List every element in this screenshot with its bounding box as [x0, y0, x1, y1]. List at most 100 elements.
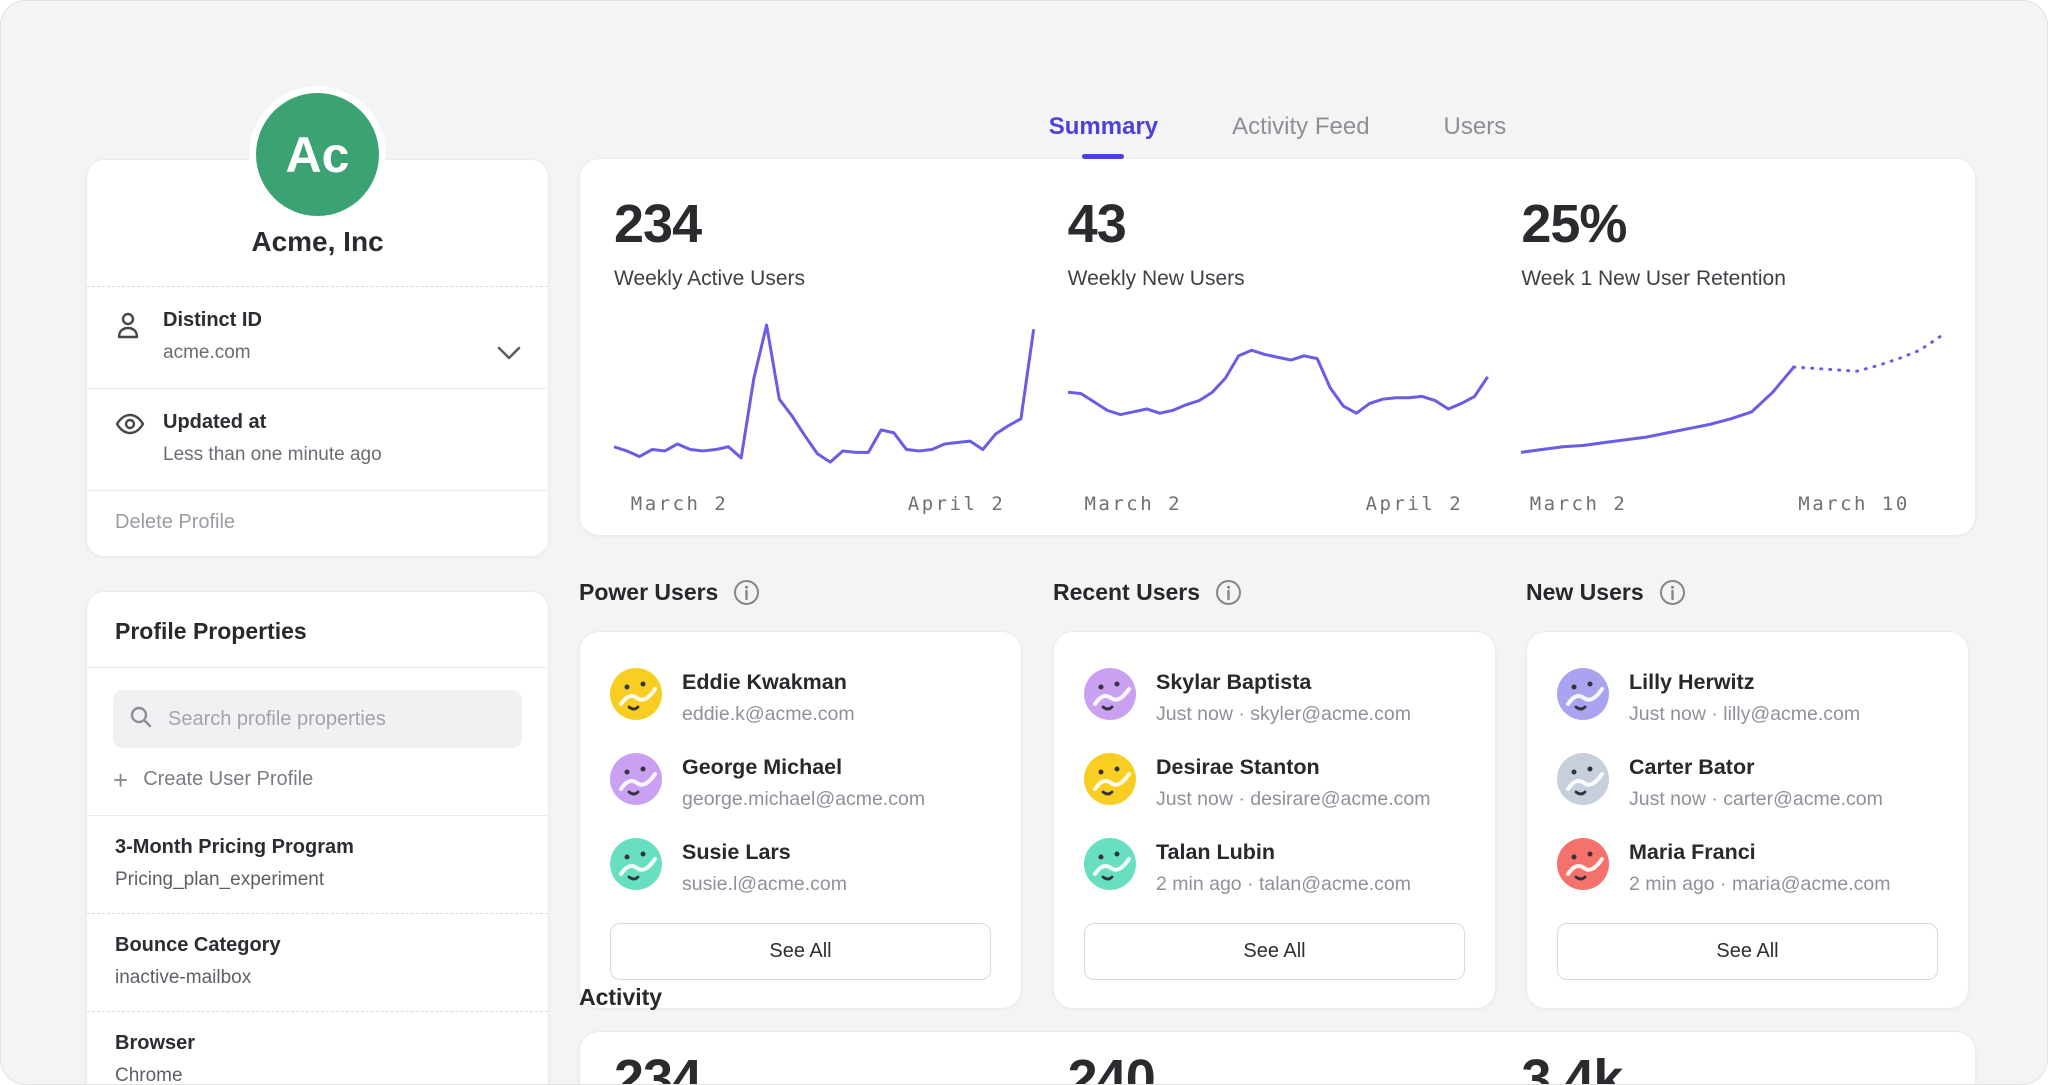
- axis-tick: March 2: [1084, 493, 1182, 515]
- axis-tick: April 2: [908, 493, 1006, 515]
- user-meta: Just now · desirare@acme.com: [1156, 788, 1430, 811]
- user-avatar: [1557, 838, 1609, 890]
- user-meta: Just now · skyler@acme.com: [1156, 703, 1411, 726]
- stat-value: 25%: [1521, 193, 1941, 255]
- new-users-section: New Users: [1526, 579, 1969, 1009]
- x-axis: March 2 March 10: [1521, 493, 1941, 523]
- x-axis: March 2 April 2: [1068, 493, 1488, 523]
- summary-card: 234 Weekly Active Users March 2 April 2 …: [579, 158, 1976, 536]
- company-avatar-initials: Ac: [256, 93, 379, 216]
- tab[interactable]: Activity Feed: [1230, 109, 1371, 159]
- user-name: Susie Lars: [682, 838, 847, 865]
- stat-weekly-active-users: 234 Weekly Active Users March 2 April 2: [614, 159, 1034, 535]
- user-row[interactable]: Carter Bator Just now · carter@acme.com: [1557, 753, 1938, 811]
- section-title: Power Users: [579, 579, 718, 606]
- user-row[interactable]: Susie Lars susie.l@acme.com: [610, 838, 991, 896]
- property-row[interactable]: 3-Month Pricing Program Pricing_plan_exp…: [87, 816, 548, 914]
- activity-stat: 240: [1068, 1048, 1488, 1085]
- chevron-down-icon[interactable]: [496, 345, 522, 361]
- company-avatar: Ac: [249, 86, 386, 223]
- user-name: Talan Lubin: [1156, 838, 1411, 865]
- user-meta: Just now · lilly@acme.com: [1629, 703, 1860, 726]
- profile-properties-title: Profile Properties: [87, 592, 548, 667]
- user-name: Desirae Stanton: [1156, 753, 1430, 780]
- divider: [87, 667, 548, 668]
- info-icon[interactable]: [1215, 579, 1242, 606]
- user-row[interactable]: Skylar Baptista Just now · skyler@acme.c…: [1084, 668, 1465, 726]
- user-avatar: [1084, 668, 1136, 720]
- user-meta: eddie.k@acme.com: [682, 703, 855, 726]
- app-frame: Ac Acme, Inc Distinct ID acme.com: [0, 0, 2048, 1085]
- user-name: Eddie Kwakman: [682, 668, 855, 695]
- property-value: Pricing_plan_experiment: [115, 869, 520, 891]
- plus-icon: +: [113, 770, 128, 790]
- field-value: acme.com: [163, 342, 262, 364]
- stat-value: 234: [614, 193, 1034, 255]
- user-avatar: [1084, 753, 1136, 805]
- eye-icon: [115, 411, 145, 466]
- tab[interactable]: Users: [1442, 109, 1509, 159]
- recent-users-section: Recent Users: [1053, 579, 1496, 1009]
- user-avatar: [610, 753, 662, 805]
- see-all-button[interactable]: See All: [1557, 923, 1938, 980]
- user-meta: 2 min ago · maria@acme.com: [1629, 873, 1890, 896]
- user-name: Skylar Baptista: [1156, 668, 1411, 695]
- axis-tick: April 2: [1366, 493, 1464, 515]
- user-list: Skylar Baptista Just now · skyler@acme.c…: [1084, 668, 1465, 896]
- field-value: Less than one minute ago: [163, 444, 382, 466]
- power-users-section: Power Users: [579, 579, 1022, 1009]
- activity-stat: 234: [614, 1048, 1034, 1085]
- create-user-profile-button[interactable]: + Create User Profile: [113, 768, 522, 791]
- activity-heading: Activity: [579, 984, 662, 1011]
- user-avatar: [610, 838, 662, 890]
- user-meta: 2 min ago · talan@acme.com: [1156, 873, 1411, 896]
- field-label: Distinct ID: [163, 309, 262, 332]
- stat-label: Weekly New Users: [1068, 267, 1488, 291]
- profile-properties-search: [113, 690, 522, 748]
- search-input[interactable]: [166, 707, 506, 732]
- sparkline-weekly-active-users: [614, 319, 1034, 471]
- profile-properties-card: Profile Properties + Create User Profile…: [86, 591, 549, 1085]
- delete-profile-button[interactable]: Delete Profile: [87, 491, 548, 558]
- user-list: Lilly Herwitz Just now · lilly@acme.com: [1557, 668, 1938, 896]
- property-row[interactable]: Browser Chrome: [87, 1012, 548, 1085]
- property-value: inactive-mailbox: [115, 967, 520, 989]
- user-row[interactable]: Maria Franci 2 min ago · maria@acme.com: [1557, 838, 1938, 896]
- property-name: Bounce Category: [115, 934, 520, 957]
- user-name: Lilly Herwitz: [1629, 668, 1860, 695]
- user-row[interactable]: Desirae Stanton Just now · desirare@acme…: [1084, 753, 1465, 811]
- property-name: Browser: [115, 1032, 520, 1055]
- user-list: Eddie Kwakman eddie.k@acme.com: [610, 668, 991, 896]
- user-meta: george.michael@acme.com: [682, 788, 925, 811]
- section-heading: Recent Users: [1053, 579, 1496, 606]
- stat-week1-retention: 25% Week 1 New User Retention March 2 Ma…: [1521, 159, 1941, 535]
- see-all-button[interactable]: See All: [1084, 923, 1465, 980]
- info-icon[interactable]: [733, 579, 760, 606]
- tab[interactable]: Summary: [1047, 109, 1160, 159]
- info-icon[interactable]: [1659, 579, 1686, 606]
- see-all-button[interactable]: See All: [610, 923, 991, 980]
- power-users-card: Eddie Kwakman eddie.k@acme.com: [579, 631, 1022, 1009]
- property-list: 3-Month Pricing Program Pricing_plan_exp…: [87, 816, 548, 1085]
- axis-tick: March 10: [1798, 493, 1910, 515]
- search-icon: [129, 705, 153, 734]
- stat-label: Week 1 New User Retention: [1521, 267, 1941, 291]
- axis-tick: March 2: [1530, 493, 1628, 515]
- create-user-profile-label: Create User Profile: [143, 768, 313, 791]
- user-row[interactable]: Talan Lubin 2 min ago · talan@acme.com: [1084, 838, 1465, 896]
- user-name: Carter Bator: [1629, 753, 1883, 780]
- user-row[interactable]: Lilly Herwitz Just now · lilly@acme.com: [1557, 668, 1938, 726]
- axis-tick: March 2: [631, 493, 729, 515]
- section-heading: Power Users: [579, 579, 1022, 606]
- section-title: Recent Users: [1053, 579, 1200, 606]
- user-name: Maria Franci: [1629, 838, 1890, 865]
- section-heading: New Users: [1526, 579, 1969, 606]
- user-name: George Michael: [682, 753, 925, 780]
- user-row[interactable]: Eddie Kwakman eddie.k@acme.com: [610, 668, 991, 726]
- user-avatar: [1084, 838, 1136, 890]
- user-avatar: [1557, 753, 1609, 805]
- activity-card: 2342403.4k: [579, 1031, 1976, 1085]
- user-row[interactable]: George Michael george.michael@acme.com: [610, 753, 991, 811]
- property-name: 3-Month Pricing Program: [115, 836, 520, 859]
- property-row[interactable]: Bounce Category inactive-mailbox: [87, 914, 548, 1012]
